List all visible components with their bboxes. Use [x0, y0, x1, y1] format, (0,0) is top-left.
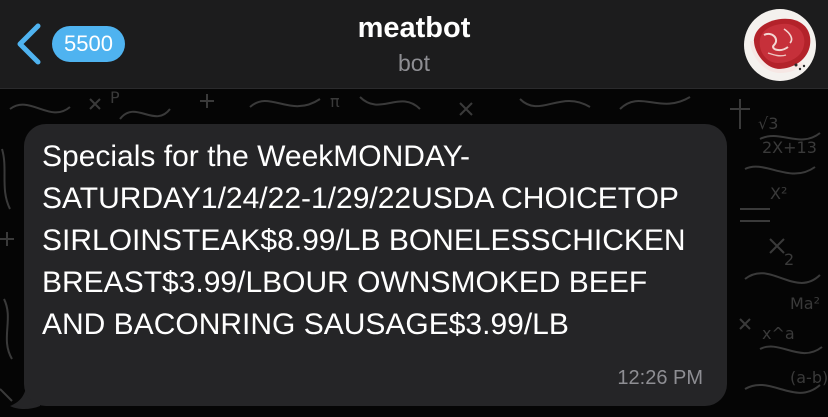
avatar[interactable] — [744, 9, 816, 81]
message-timestamp: 12:26 PM — [617, 367, 703, 389]
svg-text:Ma²: Ma² — [790, 294, 820, 313]
chevron-left-icon — [17, 23, 41, 65]
chat-title-block[interactable]: meatbot bot — [214, 8, 614, 78]
chat-subtitle: bot — [398, 50, 430, 76]
unread-count-badge: 5500 — [52, 26, 125, 62]
chat-header: 5500 meatbot bot — [0, 0, 828, 89]
message-bubble[interactable]: Specials for the WeekMONDAY-SATURDAY1/24… — [24, 124, 727, 406]
svg-text:P: P — [110, 89, 120, 107]
back-button[interactable]: 5500 — [12, 22, 125, 66]
svg-text:(a-b): (a-b) — [790, 368, 828, 387]
svg-text:x^a: x^a — [762, 324, 795, 343]
svg-text:2X+13: 2X+13 — [762, 138, 817, 157]
steak-avatar-image — [744, 9, 816, 81]
svg-text:2: 2 — [784, 250, 794, 269]
svg-text:X²: X² — [770, 184, 787, 203]
svg-text:π: π — [330, 92, 340, 111]
svg-text:√3: √3 — [758, 114, 778, 133]
chat-title: meatbot — [357, 12, 471, 44]
message-text: Specials for the WeekMONDAY-SATURDAY1/24… — [42, 140, 686, 341]
